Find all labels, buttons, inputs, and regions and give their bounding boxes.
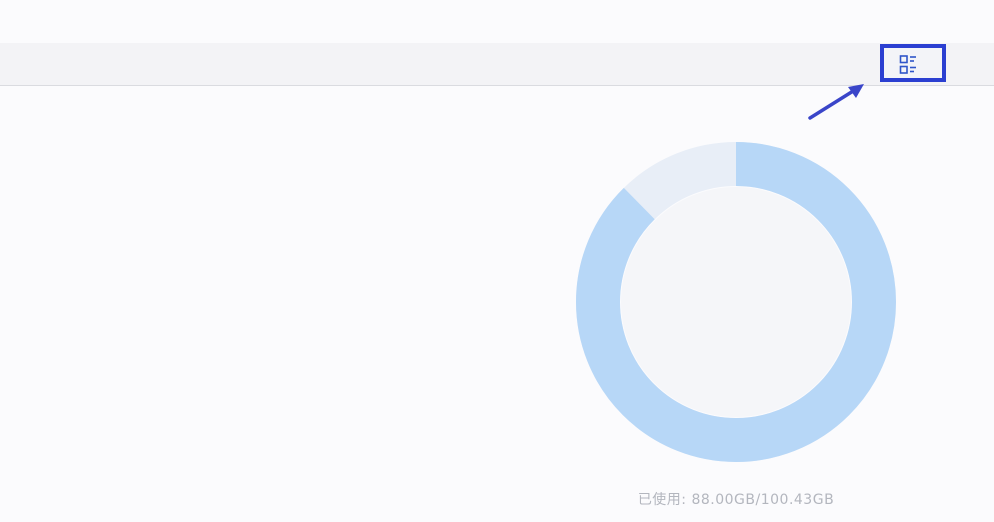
annotation-arrow-icon [808,84,864,120]
storage-usage-label: 已使用: 88.00GB/100.43GB [637,492,835,508]
view-toggle-button[interactable] [880,44,946,82]
donut-center [621,187,851,417]
list-view-icon [899,55,916,74]
storage-usage-donut [576,142,896,462]
storage-page: 已使用: 88.00GB/100.43GB [0,0,994,522]
